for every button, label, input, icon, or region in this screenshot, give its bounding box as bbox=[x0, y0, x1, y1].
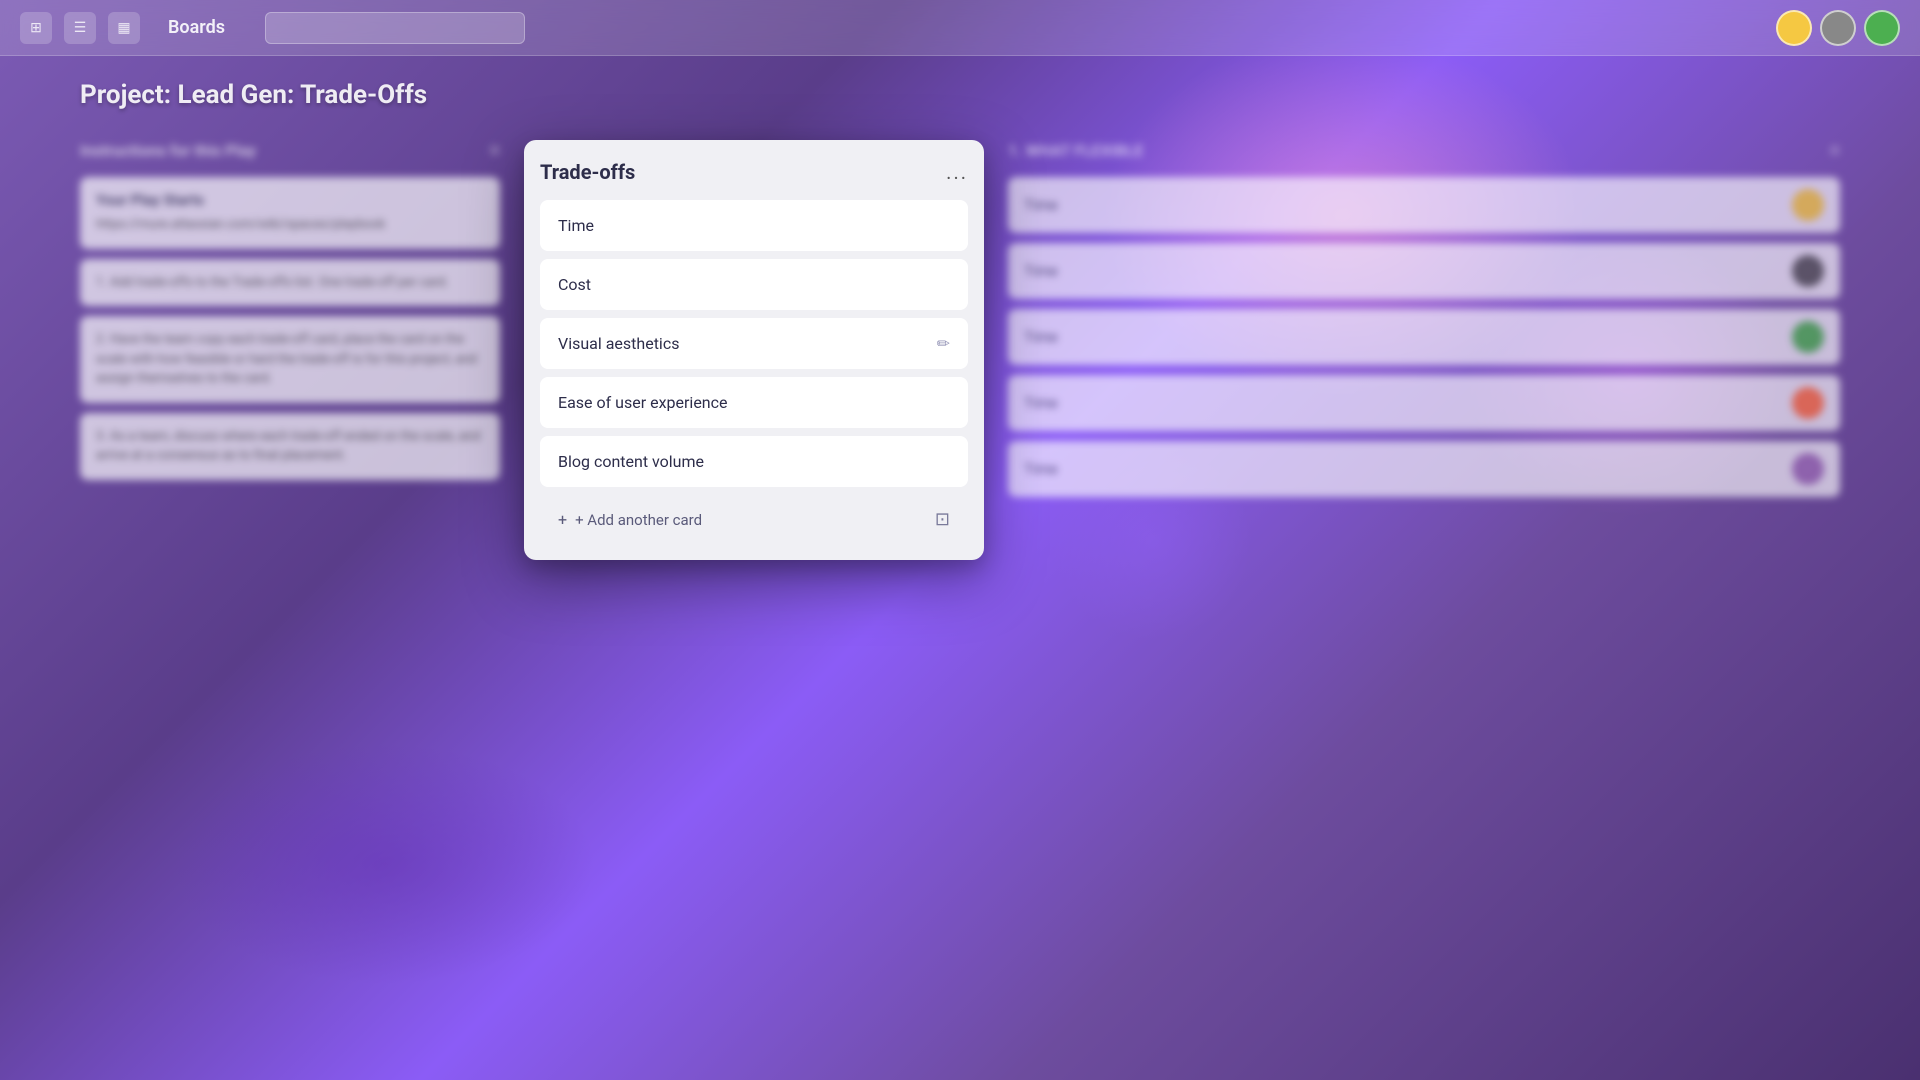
tradeoff-card-blog-content-label: Blog content volume bbox=[558, 452, 704, 471]
column-right: 1. WHAT FLEXIBLE ≡ Time Time Time Time T… bbox=[1008, 140, 1840, 1080]
right-avatar-3 bbox=[1792, 321, 1824, 353]
topbar-right bbox=[1776, 10, 1900, 46]
tradeoffs-panel-title: Trade-offs bbox=[540, 160, 635, 184]
right-card-4: Time bbox=[1008, 375, 1840, 431]
right-card-1-text: Time bbox=[1024, 196, 1058, 214]
tradeoff-card-cost-label: Cost bbox=[558, 275, 591, 294]
instruction-card-1-body: https://mure.atlassian.com/wiki/spaces/p… bbox=[96, 215, 484, 235]
add-icon: + bbox=[558, 510, 567, 529]
tradeoff-card-cost[interactable]: Cost bbox=[540, 259, 968, 310]
add-card-text-label: + Add another card bbox=[575, 511, 702, 529]
right-card-1: Time bbox=[1008, 177, 1840, 233]
right-avatar-2 bbox=[1792, 255, 1824, 287]
column-instructions-menu-icon: ≡ bbox=[489, 140, 500, 161]
tradeoff-card-ease-of-ux[interactable]: Ease of user experience bbox=[540, 377, 968, 428]
edit-icon: ✏ bbox=[937, 334, 950, 353]
column-instructions: Instructions for this Play ≡ Your Play S… bbox=[80, 140, 500, 1080]
page-title-area: Project: Lead Gen: Trade-Offs bbox=[80, 80, 427, 110]
column-tradeoffs: Trade-offs ... Time Cost Visual aestheti… bbox=[524, 140, 984, 1080]
right-avatar-4 bbox=[1792, 387, 1824, 419]
add-card-label: + + Add another card bbox=[558, 510, 702, 529]
avatar-1[interactable] bbox=[1776, 10, 1812, 46]
column-instructions-header: Instructions for this Play ≡ bbox=[80, 140, 500, 161]
board: Instructions for this Play ≡ Your Play S… bbox=[0, 140, 1920, 1080]
instruction-card-3: 2. Have the team copy each trade-off car… bbox=[80, 316, 500, 403]
tradeoffs-panel-menu-button[interactable]: ... bbox=[946, 160, 968, 184]
instruction-card-1: Your Play Starts https://mure.atlassian.… bbox=[80, 177, 500, 249]
right-card-5: Time bbox=[1008, 441, 1840, 497]
column-right-menu-icon: ≡ bbox=[1829, 140, 1840, 161]
add-card-row[interactable]: + + Add another card ⊡ bbox=[540, 495, 968, 544]
instruction-card-3-body: 2. Have the team copy each trade-off car… bbox=[96, 330, 484, 389]
right-avatar-5 bbox=[1792, 453, 1824, 485]
page-title: Project: Lead Gen: Trade-Offs bbox=[80, 80, 427, 110]
menu-icon[interactable]: ☰ bbox=[64, 12, 96, 44]
column-right-header: 1. WHAT FLEXIBLE ≡ bbox=[1008, 140, 1840, 161]
avatar-2[interactable] bbox=[1820, 10, 1856, 46]
tradeoffs-panel: Trade-offs ... Time Cost Visual aestheti… bbox=[524, 140, 984, 560]
instruction-card-4: 3. As a team, discuss where each trade-o… bbox=[80, 413, 500, 480]
instruction-card-2: 1. Add trade-offs to the Trade-offs list… bbox=[80, 259, 500, 307]
avatar-3[interactable] bbox=[1864, 10, 1900, 46]
right-card-5-text: Time bbox=[1024, 460, 1058, 478]
tradeoff-card-time[interactable]: Time bbox=[540, 200, 968, 251]
column-right-title: 1. WHAT FLEXIBLE bbox=[1008, 141, 1143, 160]
home-icon[interactable]: ⊞ bbox=[20, 12, 52, 44]
tradeoff-card-visual-aesthetics-label: Visual aesthetics bbox=[558, 334, 679, 353]
tradeoff-card-ease-of-ux-label: Ease of user experience bbox=[558, 393, 728, 412]
right-card-3-text: Time bbox=[1024, 328, 1058, 346]
right-card-2: Time bbox=[1008, 243, 1840, 299]
topbar-nav-icons: ⊞ ☰ ▦ Boards bbox=[20, 12, 225, 44]
boards-icon[interactable]: ▦ bbox=[108, 12, 140, 44]
column-instructions-title: Instructions for this Play bbox=[80, 141, 256, 160]
instruction-card-4-body: 3. As a team, discuss where each trade-o… bbox=[96, 427, 484, 466]
tradeoff-card-visual-aesthetics[interactable]: Visual aesthetics ✏ bbox=[540, 318, 968, 369]
app-title: Boards bbox=[168, 17, 225, 38]
tradeoff-card-blog-content[interactable]: Blog content volume bbox=[540, 436, 968, 487]
right-card-4-text: Time bbox=[1024, 394, 1058, 412]
right-avatar-1 bbox=[1792, 189, 1824, 221]
instruction-card-2-body: 1. Add trade-offs to the Trade-offs list… bbox=[96, 273, 484, 293]
tradeoffs-panel-header: Trade-offs ... bbox=[540, 156, 968, 188]
search-input[interactable] bbox=[265, 12, 525, 44]
topbar: ⊞ ☰ ▦ Boards bbox=[0, 0, 1920, 56]
right-card-2-text: Time bbox=[1024, 262, 1058, 280]
template-icon: ⊡ bbox=[935, 509, 950, 530]
right-card-3: Time bbox=[1008, 309, 1840, 365]
tradeoff-card-time-label: Time bbox=[558, 216, 594, 235]
instruction-card-1-title: Your Play Starts bbox=[96, 191, 484, 209]
